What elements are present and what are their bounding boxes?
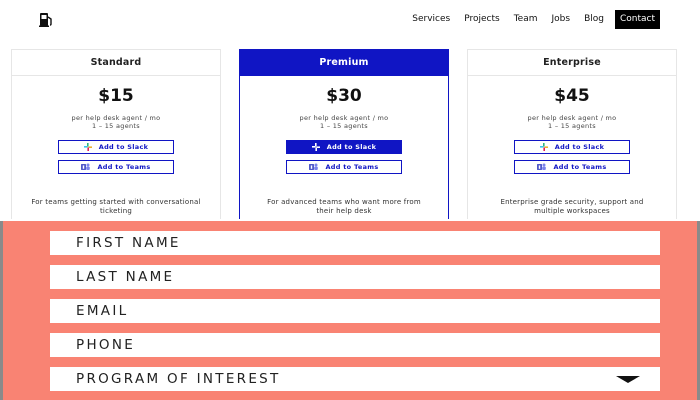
slack-icon bbox=[83, 143, 92, 151]
teams-button-label: Add to Teams bbox=[553, 163, 607, 171]
pricing-card-standard: Standard $15 per help desk agent / mo 1 … bbox=[11, 49, 221, 219]
program-of-interest-select[interactable]: PROGRAM OF INTEREST bbox=[50, 367, 660, 391]
pricing-card-enterprise: Enterprise $45 per help desk agent / mo … bbox=[467, 49, 677, 219]
form-left-edge bbox=[0, 221, 3, 400]
teams-icon bbox=[309, 163, 319, 170]
plan-unit: per help desk agent / mo bbox=[299, 114, 389, 122]
program-select-label: PROGRAM OF INTEREST bbox=[76, 371, 281, 387]
plan-description: For teams getting started with conversat… bbox=[31, 198, 201, 215]
slack-button-label: Add to Slack bbox=[326, 143, 377, 151]
main-nav: Services Projects Team Jobs Blog Contact bbox=[398, 9, 660, 29]
nav-services-link[interactable]: Services bbox=[412, 9, 450, 29]
pricing-card-premium: Premium $30 per help desk agent / mo 1 –… bbox=[239, 49, 449, 219]
plan-name: Premium bbox=[240, 50, 448, 76]
first-name-field[interactable] bbox=[50, 231, 660, 255]
slack-button-label: Add to Slack bbox=[98, 143, 149, 151]
teams-button-label: Add to Teams bbox=[325, 163, 379, 171]
plan-unit: per help desk agent / mo bbox=[527, 114, 617, 122]
plan-description: Enterprise grade security, support and m… bbox=[500, 198, 644, 215]
plan-price: $45 bbox=[554, 86, 590, 106]
caret-down-icon bbox=[616, 375, 640, 383]
pricing-section: Standard $15 per help desk agent / mo 1 … bbox=[0, 40, 700, 221]
add-to-slack-button[interactable]: Add to Slack bbox=[286, 140, 402, 154]
nav-jobs-link[interactable]: Jobs bbox=[552, 9, 571, 29]
plan-name: Standard bbox=[12, 50, 220, 76]
plan-name: Enterprise bbox=[468, 50, 676, 76]
last-name-field[interactable] bbox=[50, 265, 660, 289]
teams-icon bbox=[81, 163, 91, 170]
plan-description: For advanced teams who want more from th… bbox=[267, 198, 421, 215]
email-field[interactable] bbox=[50, 299, 660, 323]
phone-field[interactable] bbox=[50, 333, 660, 357]
nav-contact-button[interactable]: Contact bbox=[614, 9, 660, 29]
plan-unit: per help desk agent / mo bbox=[71, 114, 161, 122]
plan-agents: 1 – 15 agents bbox=[548, 122, 596, 130]
nav-team-link[interactable]: Team bbox=[514, 9, 538, 29]
add-to-slack-button[interactable]: Add to Slack bbox=[58, 140, 174, 154]
slack-icon bbox=[311, 143, 320, 151]
plan-agents: 1 – 15 agents bbox=[320, 122, 368, 130]
teams-button-label: Add to Teams bbox=[97, 163, 151, 171]
plan-agents: 1 – 15 agents bbox=[92, 122, 140, 130]
add-to-teams-button[interactable]: Add to Teams bbox=[286, 160, 402, 174]
nav-blog-link[interactable]: Blog bbox=[584, 9, 604, 29]
nav-projects-link[interactable]: Projects bbox=[464, 9, 499, 29]
slack-button-label: Add to Slack bbox=[554, 143, 605, 151]
add-to-slack-button[interactable]: Add to Slack bbox=[514, 140, 630, 154]
plan-price: $15 bbox=[98, 86, 134, 106]
teams-icon bbox=[537, 163, 547, 170]
top-navigation-bar: Services Projects Team Jobs Blog Contact bbox=[0, 0, 700, 40]
plan-price: $30 bbox=[326, 86, 362, 106]
add-to-teams-button[interactable]: Add to Teams bbox=[514, 160, 630, 174]
fuel-pump-icon[interactable] bbox=[39, 11, 53, 27]
add-to-teams-button[interactable]: Add to Teams bbox=[58, 160, 174, 174]
slack-icon bbox=[539, 143, 548, 151]
